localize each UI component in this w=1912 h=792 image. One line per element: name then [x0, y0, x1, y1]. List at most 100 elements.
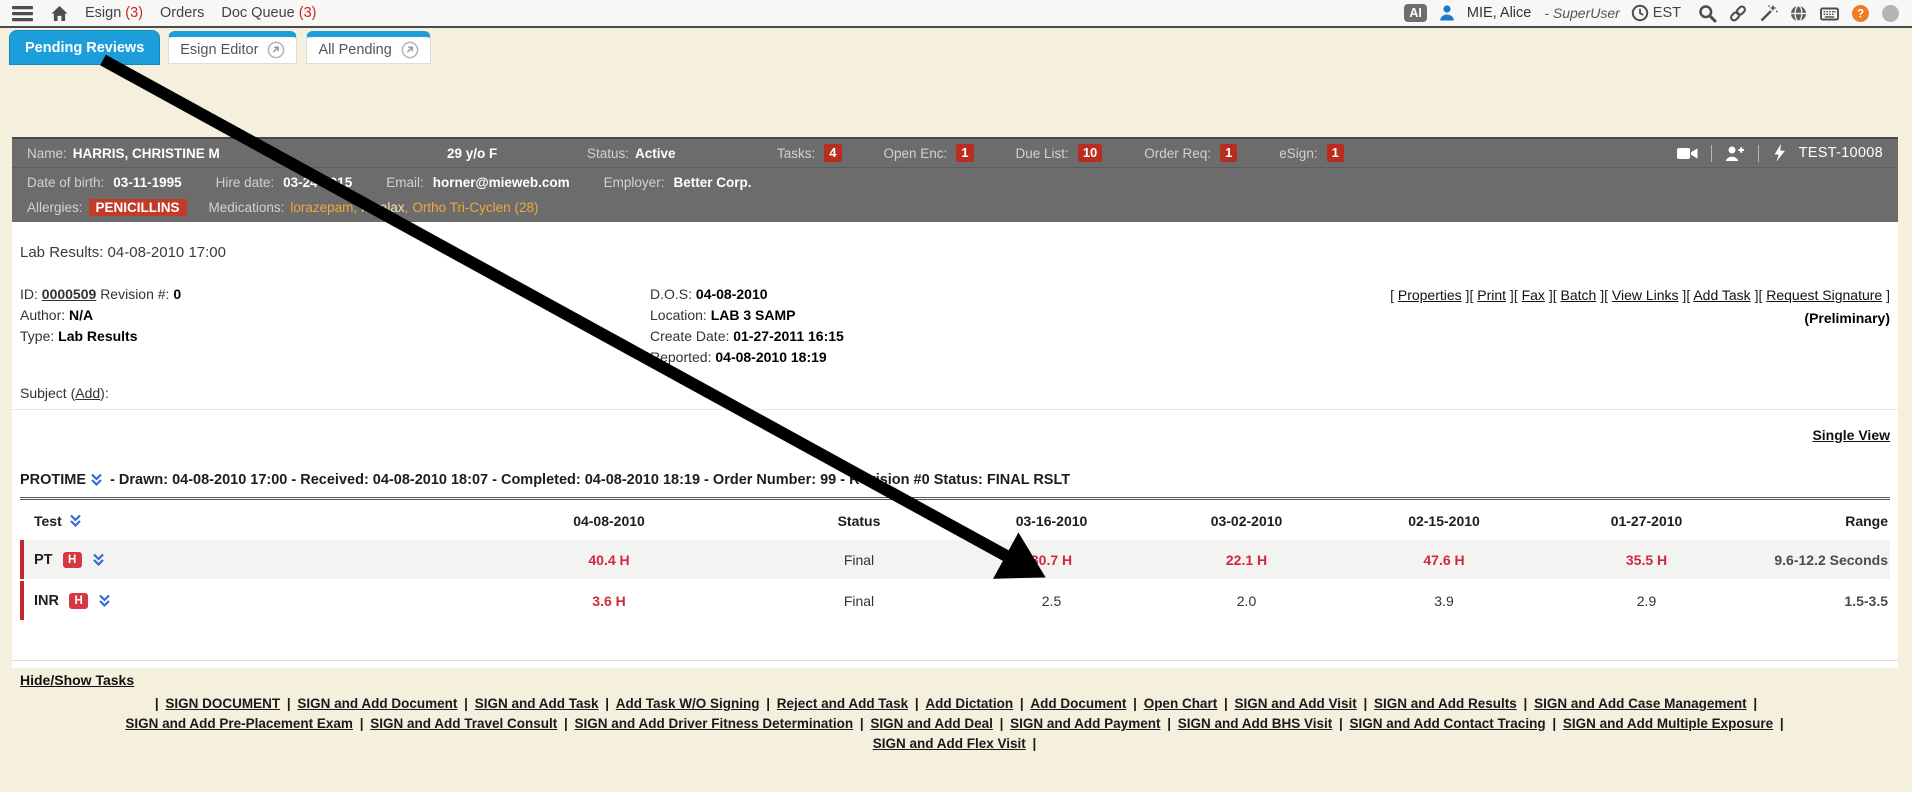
patient-age-sex: 29 y/o F: [447, 146, 587, 161]
hamburger-menu-icon[interactable]: [12, 5, 34, 22]
footer-link-sign-and-add-bhs-visit[interactable]: SIGN and Add BHS Visit: [1178, 716, 1333, 731]
footer-link-sign-and-add-travel-consult[interactable]: SIGN and Add Travel Consult: [370, 716, 557, 731]
result-value: 3.6 H: [444, 593, 774, 609]
footer-link-open-chart[interactable]: Open Chart: [1144, 696, 1218, 711]
wand-icon[interactable]: [1759, 4, 1778, 23]
globe-icon[interactable]: [1789, 4, 1808, 23]
menu-item-orders[interactable]: Orders: [160, 5, 204, 21]
menu-item-doc-queue[interactable]: Doc Queue (3): [221, 5, 316, 21]
counter-badge[interactable]: 1: [1220, 144, 1237, 162]
patient-counter-open-enc: Open Enc:1: [884, 144, 974, 162]
counter-badge[interactable]: 1: [956, 144, 973, 162]
tab-all-pending[interactable]: All Pending: [306, 31, 430, 64]
video-camera-icon[interactable]: [1677, 146, 1698, 161]
result-range: 1.5-3.5: [1739, 593, 1890, 609]
lightning-icon[interactable]: [1772, 144, 1786, 162]
footer-link-sign-and-add-multiple-exposure[interactable]: SIGN and Add Multiple Exposure: [1563, 716, 1773, 731]
menu-item-esign[interactable]: Esign (3): [85, 5, 143, 21]
footer-link-sign-and-add-pre-placement-exam[interactable]: SIGN and Add Pre-Placement Exam: [125, 716, 353, 731]
test-cell: PTH: [24, 552, 444, 568]
counter-badge[interactable]: 1: [1327, 144, 1344, 162]
double-chevron-down-icon[interactable]: [98, 594, 111, 608]
divider: [12, 660, 1898, 661]
user-icon[interactable]: [1438, 4, 1456, 22]
subject-add-link[interactable]: Add: [75, 385, 100, 401]
test-name[interactable]: PT: [34, 552, 53, 568]
footer-link-sign-and-add-case-management[interactable]: SIGN and Add Case Management: [1534, 696, 1747, 711]
single-view-link[interactable]: Single View: [1812, 427, 1890, 443]
footer-link-add-task-w-o-signing[interactable]: Add Task W/O Signing: [616, 696, 760, 711]
status-circle-icon[interactable]: [1881, 4, 1900, 23]
add-person-icon[interactable]: [1725, 145, 1745, 162]
hide-show-tasks-link[interactable]: Hide/Show Tasks: [20, 672, 134, 688]
link-icon[interactable]: [1728, 4, 1748, 23]
medication-link[interactable]: Miralax: [361, 200, 405, 215]
timezone-selector[interactable]: EST: [1631, 4, 1681, 22]
pipe-separator: |: [1029, 736, 1037, 751]
search-icon[interactable]: [1698, 4, 1717, 23]
column-status: Status: [774, 513, 944, 529]
main-menu: Esign (3) Orders Doc Queue (3): [85, 5, 316, 21]
footer-link-sign-and-add-flex-visit[interactable]: SIGN and Add Flex Visit: [873, 736, 1026, 751]
footer-link-sign-and-add-contact-tracing[interactable]: SIGN and Add Contact Tracing: [1350, 716, 1546, 731]
home-icon[interactable]: [50, 5, 69, 22]
bracket: [: [1604, 287, 1612, 303]
medication-link[interactable]: Ortho Tri-Cyclen (28): [412, 200, 538, 215]
user-name[interactable]: MIE, Alice: [1467, 5, 1531, 21]
footer-link-add-document[interactable]: Add Document: [1030, 696, 1126, 711]
tab-pending-reviews[interactable]: Pending Reviews: [10, 31, 159, 64]
type-label: Type:: [20, 328, 54, 344]
panel-title[interactable]: PROTIME: [20, 472, 86, 488]
double-chevron-down-icon[interactable]: [90, 473, 103, 487]
bracket: ]: [1596, 287, 1604, 303]
pipe-separator: |: [1220, 696, 1231, 711]
tab-esign-editor[interactable]: Esign Editor: [168, 31, 297, 64]
patient-counter-tasks: Tasks:4: [777, 144, 842, 162]
footer-link-sign-and-add-visit[interactable]: SIGN and Add Visit: [1234, 696, 1356, 711]
footer-link-sign-and-add-payment[interactable]: SIGN and Add Payment: [1010, 716, 1160, 731]
revision-label: Revision #:: [100, 286, 169, 302]
footer-link-sign-and-add-task[interactable]: SIGN and Add Task: [475, 696, 599, 711]
help-icon[interactable]: ?: [1851, 4, 1870, 23]
double-chevron-down-icon[interactable]: [92, 553, 105, 567]
action-print[interactable]: Print: [1477, 287, 1506, 303]
medication-link[interactable]: lorazepam: [290, 200, 353, 215]
action-view-links[interactable]: View Links: [1612, 287, 1679, 303]
test-name[interactable]: INR: [34, 593, 59, 609]
column-test[interactable]: Test: [34, 513, 62, 529]
footer-link-sign-and-add-results[interactable]: SIGN and Add Results: [1374, 696, 1517, 711]
footer-link-sign-and-add-driver-fitness-determination[interactable]: SIGN and Add Driver Fitness Determinatio…: [575, 716, 854, 731]
footer-link-sign-and-add-document[interactable]: SIGN and Add Document: [297, 696, 457, 711]
footer-link-add-dictation[interactable]: Add Dictation: [925, 696, 1013, 711]
ai-badge[interactable]: AI: [1404, 4, 1427, 22]
counter-badge[interactable]: 4: [824, 144, 841, 162]
footer-link-reject-and-add-task[interactable]: Reject and Add Task: [777, 696, 908, 711]
patient-name[interactable]: HARRIS, CHRISTINE M: [73, 146, 220, 161]
allergy-badge[interactable]: PENICILLINS: [89, 199, 187, 216]
counter-badge[interactable]: 10: [1078, 144, 1102, 162]
pipe-separator: |: [996, 716, 1007, 731]
column-date: 04-08-2010: [444, 513, 774, 529]
document-id-link[interactable]: 0000509: [42, 286, 97, 302]
keyboard-icon[interactable]: [1819, 5, 1840, 22]
pipe-separator: |: [155, 696, 163, 711]
footer-link-sign-document[interactable]: SIGN DOCUMENT: [165, 696, 280, 711]
action-properties[interactable]: Properties: [1398, 287, 1462, 303]
name-label: Name:: [27, 146, 67, 161]
pipe-separator: |: [601, 696, 612, 711]
field-label: Date of birth:: [27, 175, 104, 190]
menu-item-label: Esign: [85, 5, 121, 21]
single-view-row: Single View: [20, 427, 1890, 443]
author-value: N/A: [69, 307, 93, 323]
action-request-signature[interactable]: Request Signature: [1766, 287, 1882, 303]
menu-item-label: Doc Queue: [221, 5, 294, 21]
pipe-separator: |: [1549, 716, 1560, 731]
open-in-new-icon: [267, 41, 285, 59]
footer-link-sign-and-add-deal[interactable]: SIGN and Add Deal: [870, 716, 993, 731]
action-add-task[interactable]: Add Task: [1693, 287, 1750, 303]
action-fax[interactable]: Fax: [1522, 287, 1545, 303]
field-value: 03-11-1995: [113, 175, 181, 190]
action-batch[interactable]: Batch: [1561, 287, 1597, 303]
double-chevron-down-icon[interactable]: [69, 514, 82, 528]
results-rows: PTH 40.4 HFinal30.7 H22.1 H47.6 H35.5 H9…: [20, 540, 1890, 620]
